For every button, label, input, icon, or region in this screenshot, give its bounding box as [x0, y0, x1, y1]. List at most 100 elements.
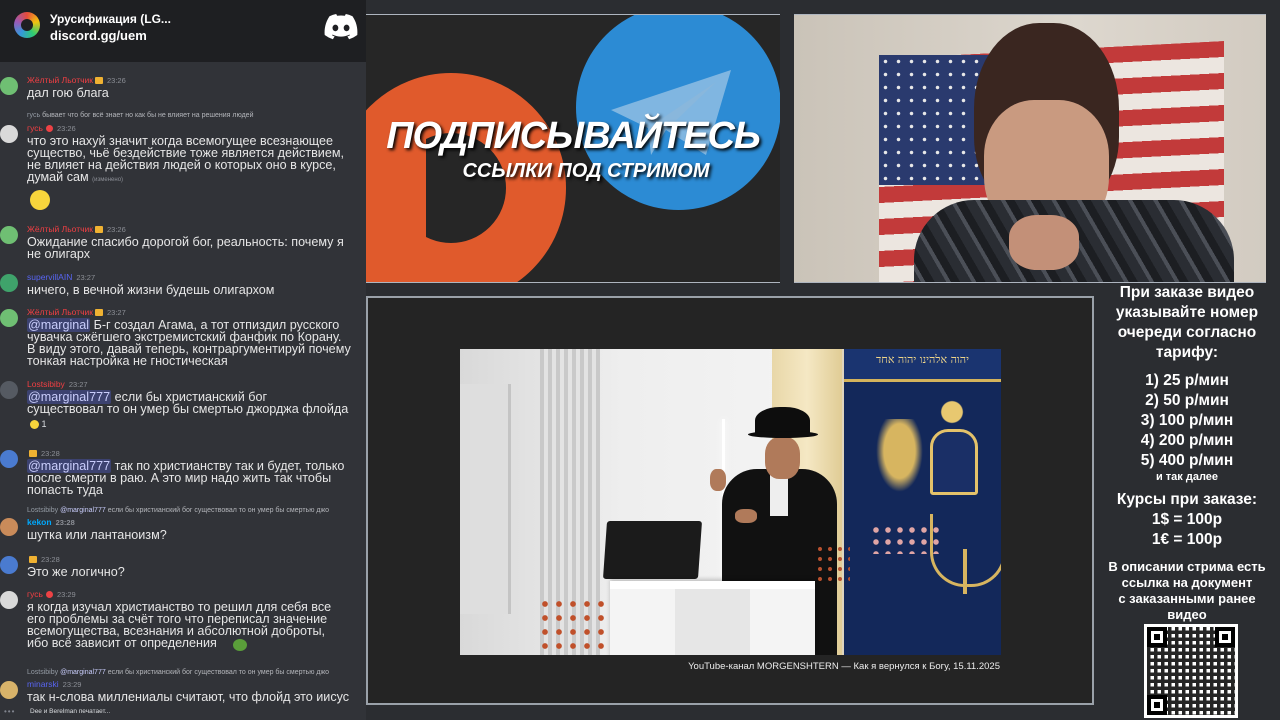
description-line: В описании стрима есть	[1108, 559, 1266, 574]
message-time: 23:26	[56, 124, 76, 133]
author-name[interactable]: minarski	[27, 679, 59, 689]
banner-subtitle: ССЫЛКИ ПОД СТРИМОМ	[462, 160, 710, 182]
message-time: 23:26	[106, 225, 126, 234]
message-author: kekon 23:28	[27, 517, 75, 528]
video-tapestry	[844, 349, 1001, 655]
author-name[interactable]: Lostsibiby	[27, 379, 65, 389]
author-name[interactable]: Жёлтый Льотчик	[27, 75, 93, 85]
message-author: Жёлтый Льотчик 23:27	[27, 307, 126, 318]
status-icon	[45, 125, 53, 133]
user-avatar	[0, 125, 18, 143]
chat-header: Урусификация (LG... discord.gg/uem	[0, 0, 366, 62]
flower-arrangement	[815, 544, 850, 584]
tariff-item: 1) 25 р/мин	[1145, 372, 1229, 389]
message-time: 23:26	[106, 76, 126, 85]
speaker-face	[765, 437, 800, 479]
author-name[interactable]: Жёлтый Льотчик	[27, 224, 93, 234]
emoji-icon	[233, 639, 247, 651]
message-author: 23:28	[27, 449, 60, 458]
reply-preview[interactable]: Lostsibiby @marginal777 если бы христиан…	[27, 506, 329, 515]
reaction[interactable]: 1	[30, 418, 47, 430]
message-time: 23:28	[55, 518, 75, 527]
message-text: ничего, в вечной жизни будешь олигархом	[27, 283, 275, 297]
user-avatar	[0, 381, 18, 399]
reply-text: если бы христианский бог существовал то …	[107, 507, 330, 514]
message-author: 23:28	[27, 555, 60, 564]
author-name[interactable]: supervillAIN	[27, 272, 72, 282]
message-text: шутка или лантаноизм?	[27, 528, 167, 542]
info-heading-line: тарифу:	[1155, 344, 1219, 361]
author-name[interactable]: kekon	[27, 517, 52, 527]
message-author: Жёлтый Льотчик 23:26	[27, 224, 126, 235]
lion-emblem	[872, 419, 927, 499]
status-icon	[45, 591, 53, 599]
server-invite-link[interactable]: discord.gg/uem	[50, 28, 147, 43]
user-avatar	[0, 591, 18, 609]
video-content[interactable]: יהוה אלהינו יהוה אחד	[460, 349, 1001, 655]
message-text: @marginal Б-г создал Агама, а тот отпизд…	[27, 318, 365, 367]
speaker-hand	[710, 469, 726, 491]
message-author: Жёлтый Льотчик 23:26	[27, 75, 126, 86]
qr-finder-pattern	[1147, 695, 1167, 715]
reply-author: Lostsibiby	[27, 507, 59, 514]
typing-indicator: Dee и Berelman печатает...	[30, 708, 111, 715]
emoji-icon	[30, 190, 50, 210]
reply-author: Lostsibiby	[27, 669, 59, 676]
message-time: 23:28	[41, 555, 60, 564]
description-line: с заказанными ранее	[1118, 591, 1256, 606]
tariff-item: 4) 200 р/мин	[1140, 432, 1234, 449]
tariff-note: и так далее	[1155, 471, 1219, 483]
message-text: Ожидание спасибо дорогой бог, реальность…	[27, 235, 344, 261]
author-name[interactable]: Жёлтый Льотчик	[27, 307, 93, 317]
rate-item: 1$ = 100р	[1151, 511, 1223, 528]
message-text: так н-слова миллениалы считают, что флой…	[27, 690, 350, 704]
reply-text: бывает что бог всё знает но как бы не вл…	[42, 112, 254, 119]
info-heading-line: При заказе видео	[1119, 284, 1255, 301]
role-badge-icon	[94, 77, 103, 85]
webcam-feed	[794, 14, 1266, 283]
message-time: 23:27	[106, 308, 126, 317]
message-author: minarski 23:29	[27, 679, 82, 690]
author-name[interactable]: гусь	[27, 589, 43, 599]
chat-overlay: Урусификация (LG... discord.gg/uem Жёлты…	[0, 0, 366, 720]
message-text: @marginal777 так по христианству так и б…	[27, 459, 365, 496]
reply-mention: @marginal777	[60, 507, 106, 514]
reaction-emoji-icon	[30, 420, 39, 430]
rate-item: 1€ = 100р	[1151, 531, 1223, 548]
role-badge-icon	[29, 556, 37, 564]
tariff-item: 3) 100 р/мин	[1140, 412, 1234, 429]
message-text: дал гою блага	[27, 86, 109, 100]
podium-base	[675, 589, 750, 655]
message-author: гусь 23:29	[27, 589, 76, 600]
message-text: что это нахуй значит когда всемогущее вс…	[27, 135, 365, 186]
tariff-item: 5) 400 р/мин	[1140, 452, 1234, 469]
tapestry-text: יהוה אלהינו יהוה אחד	[876, 353, 969, 366]
streamer-hand	[1009, 215, 1079, 270]
video-caption: YouTube-канал MORGENSHTERN — Как я верну…	[688, 661, 1000, 672]
role-badge-icon	[94, 226, 103, 234]
menorah-stem	[963, 549, 967, 594]
user-avatar	[0, 226, 18, 244]
discord-logo-icon	[324, 14, 358, 40]
message-text: @marginal777 если бы христианский бог су…	[27, 390, 365, 415]
message-text: я когда изучал христианство то решил для…	[27, 600, 332, 650]
banner-title: ПОДПИСЫВАЙТЕСЬ	[386, 115, 761, 157]
description-line: видео	[1167, 607, 1207, 622]
user-avatar	[0, 77, 18, 95]
user-avatar	[0, 556, 18, 574]
author-name[interactable]: гусь	[27, 123, 43, 133]
video-door	[460, 384, 511, 614]
tariff-item: 2) 50 р/мин	[1145, 392, 1229, 409]
qr-code[interactable]	[1144, 624, 1238, 718]
speaker-hand	[735, 509, 757, 523]
info-heading-line: указывайте номер	[1115, 304, 1259, 321]
description-line: ссылка на документ	[1121, 575, 1253, 590]
reply-preview[interactable]: Lostsibiby @marginal777 если бы христиан…	[27, 668, 329, 677]
message-body: что это нахуй значит когда всемогущее вс…	[27, 134, 345, 184]
message-author: гусь 23:26	[27, 123, 76, 134]
reply-preview[interactable]: гусь бывает что бог всё знает но как бы …	[27, 111, 253, 120]
message-time: 23:29	[62, 680, 82, 689]
server-icon	[14, 12, 40, 38]
message-time: 23:27	[76, 273, 96, 282]
subscribe-banner: ПОДПИСЫВАЙТЕСЬ ССЫЛКИ ПОД СТРИМОМ	[366, 14, 780, 283]
